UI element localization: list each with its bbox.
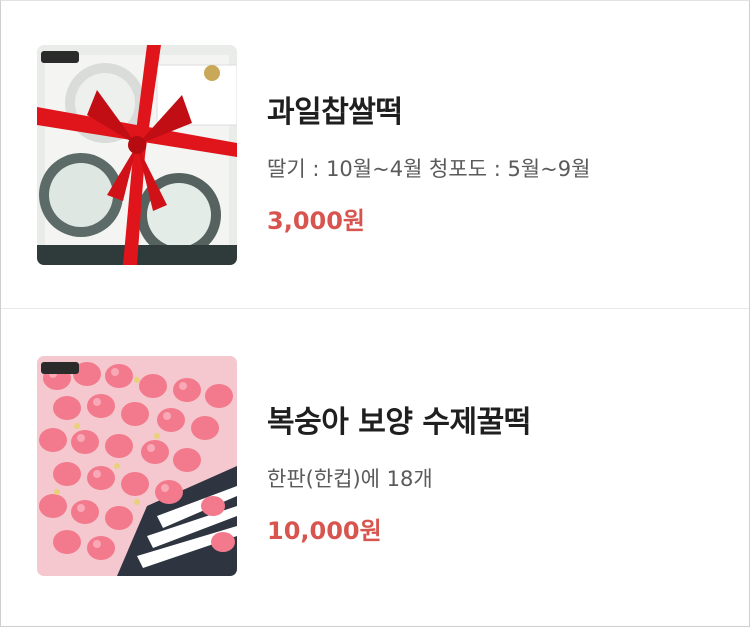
product-title[interactable]: 과일찹쌀떡 — [267, 87, 590, 131]
product-info: 복숭아 보양 수제꿀떡 한판(한컵)에 18개 10,000원 — [267, 397, 531, 546]
product-description: 한판(한컵)에 18개 — [267, 467, 433, 491]
product-title[interactable]: 복숭아 보양 수제꿀떡 — [267, 397, 531, 441]
product-image-peach-honey-rice-cake[interactable] — [37, 356, 237, 576]
product-info: 과일찹쌀떡 딸기 : 10월~4월 청포도 : 5월~9월 3,000원 — [267, 87, 590, 236]
product-card[interactable]: 과일찹쌀떡 딸기 : 10월~4월 청포도 : 5월~9월 3,000원 — [1, 1, 749, 309]
product-card[interactable]: 복숭아 보양 수제꿀떡 한판(한컵)에 18개 10,000원 — [1, 311, 749, 619]
product-price: 10,000원 — [267, 517, 382, 545]
product-price: 3,000원 — [267, 207, 365, 235]
product-image-fruit-mochi-gift-box[interactable] — [37, 45, 237, 265]
product-list: 과일찹쌀떡 딸기 : 10월~4월 청포도 : 5월~9월 3,000원 복숭아… — [0, 0, 750, 627]
product-description: 딸기 : 10월~4월 청포도 : 5월~9월 — [267, 157, 591, 181]
